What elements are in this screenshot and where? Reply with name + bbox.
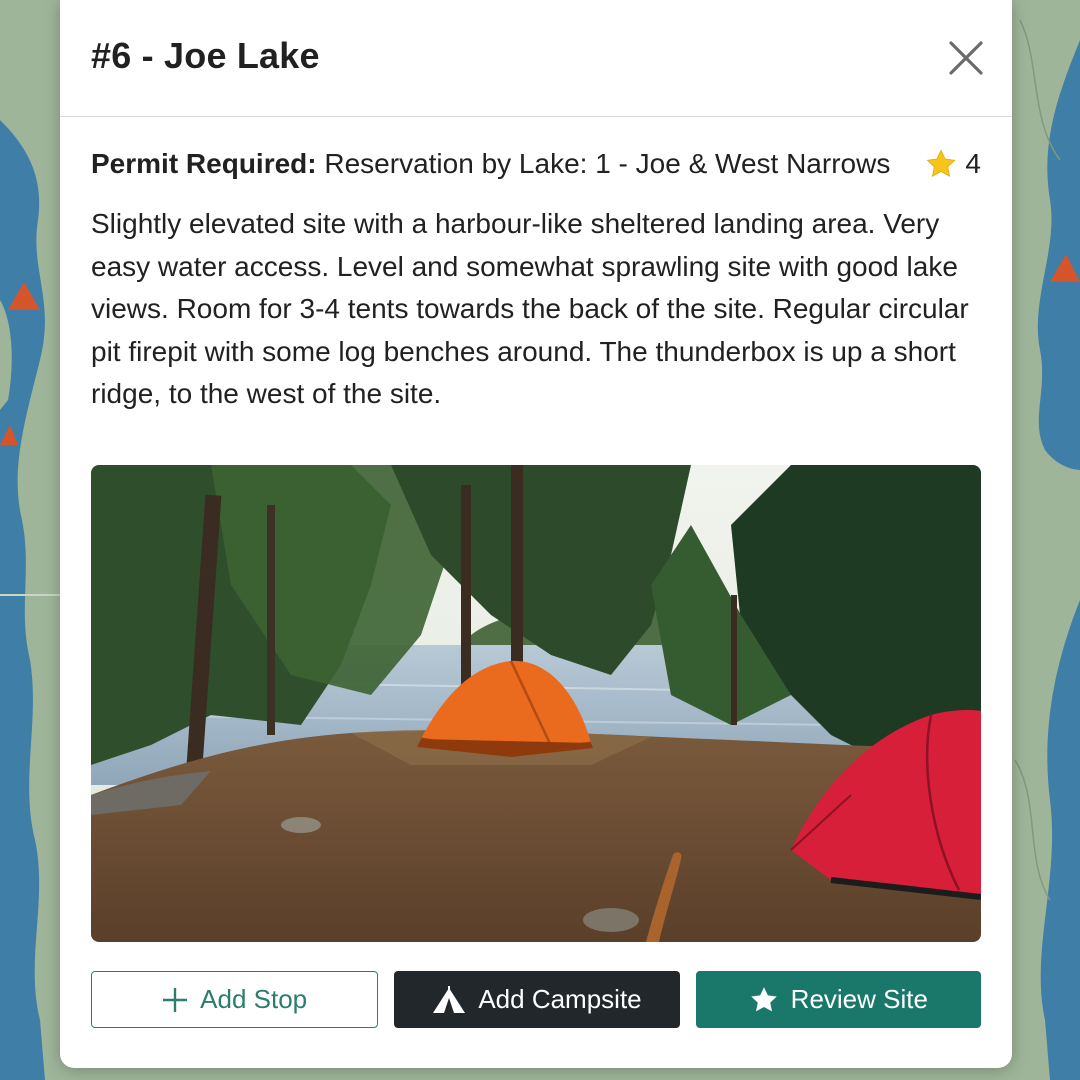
campsite-detail-modal: #6 - Joe Lake Permit Required: Reservati… [60, 0, 1012, 1068]
tent-icon [433, 985, 466, 1013]
star-icon [926, 149, 956, 177]
campsite-photo [91, 465, 981, 942]
star-icon [750, 986, 777, 1011]
modal-header: #6 - Joe Lake [60, 0, 1012, 117]
add-stop-button[interactable]: Add Stop [91, 971, 379, 1028]
close-button[interactable] [944, 36, 988, 80]
permit-label: Permit Required: [91, 148, 317, 179]
plus-icon [163, 987, 188, 1012]
add-campsite-button[interactable]: Add Campsite [394, 971, 680, 1028]
permit-value: Reservation by Lake: 1 - Joe & West Narr… [324, 148, 891, 179]
add-campsite-label: Add Campsite [478, 984, 642, 1014]
review-site-button[interactable]: Review Site [695, 971, 981, 1028]
action-bar: Add Stop Add Campsite Review Site [91, 971, 981, 1028]
rating-value: 4 [965, 148, 981, 179]
site-rating: 4 [925, 147, 981, 181]
modal-body: Permit Required: Reservation by Lake: 1 … [91, 117, 981, 1028]
review-site-label: Review Site [790, 984, 928, 1014]
modal-title: #6 - Joe Lake [91, 35, 320, 76]
permit-info: Permit Required: Reservation by Lake: 1 … [91, 147, 981, 181]
close-icon [949, 41, 983, 75]
add-stop-label: Add Stop [200, 984, 308, 1014]
site-description: Slightly elevated site with a harbour-li… [91, 208, 969, 409]
